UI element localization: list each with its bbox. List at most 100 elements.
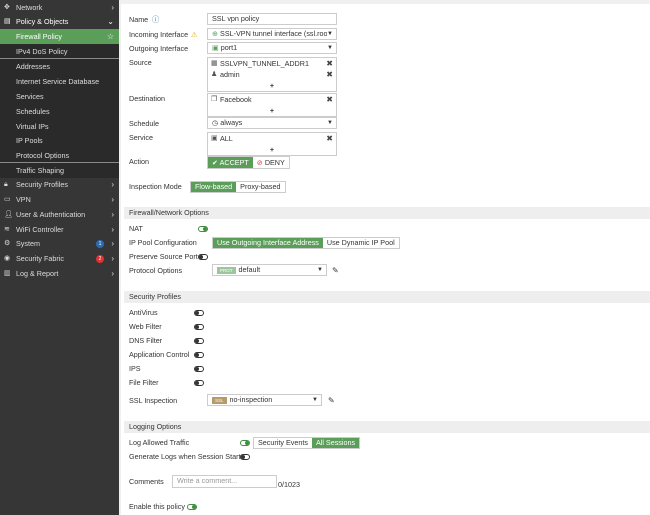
remove-icon[interactable]: ✖ [326, 69, 333, 80]
add-button[interactable]: + [208, 144, 336, 155]
sidebar-item-security-fabric[interactable]: ◉ Security Fabric 2 › [0, 251, 119, 266]
log-mode-toggle: Security Events All Sessions [253, 437, 361, 449]
service-icon: ▣ [211, 135, 218, 142]
incoming-interface-select[interactable]: ⊕ SSL-VPN tunnel interface (ssl.root) ▼ [207, 28, 337, 40]
section-header: Firewall/Network Options [124, 207, 650, 219]
sidebar-item-traffic-shaping[interactable]: Traffic Shaping [0, 163, 119, 178]
inspection-mode-label: Inspection Mode [129, 182, 182, 191]
sidebar-item-schedules[interactable]: Schedules [0, 104, 119, 119]
sidebar-item-network[interactable]: ✥ Network › [0, 0, 119, 15]
lock-icon: 🔒︎ [4, 181, 8, 188]
sidebar-item-log-report[interactable]: ▥ Log & Report › [0, 266, 119, 281]
wifi-icon: ≋ [4, 226, 10, 233]
destination-field[interactable]: ❐ Facebook ✖ + [207, 93, 337, 117]
ip-pool-label: IP Pool Configuration [129, 238, 197, 247]
log-allowed-traffic-toggle[interactable] [240, 440, 250, 446]
sidebar-item-services[interactable]: Services [0, 89, 119, 104]
name-input[interactable]: SSL vpn policy [207, 13, 337, 25]
edit-icon[interactable]: ✎ [332, 264, 339, 278]
dns-filter-label: DNS Filter [129, 336, 163, 345]
policy-form: Name ⓘ SSL vpn policy Incoming Interface ⚠ ⊕… [121, 4, 650, 515]
policy-icon: ▤ [4, 18, 11, 25]
chart-icon: ▥ [4, 270, 11, 277]
sidebar-item-wifi-controller[interactable]: ≋ WiFi Controller › [0, 222, 119, 237]
chevron-right-icon: › [111, 254, 114, 263]
add-button[interactable]: + [208, 105, 336, 116]
generate-logs-label: Generate Logs when Session Starts [129, 452, 245, 461]
dns-filter-toggle[interactable] [194, 338, 204, 344]
warning-icon: ⚠ [191, 30, 198, 39]
sidebar-item-virtual-ips[interactable]: Virtual IPs [0, 119, 119, 134]
add-button[interactable]: + [208, 80, 336, 91]
source-field[interactable]: ▦ SSLVPN_TUNNEL_ADDR1 ✖ ♟ admin ✖ + [207, 57, 337, 92]
ssl-tag: SSL [212, 396, 227, 404]
sidebar-item-ipv4-dos-policy[interactable]: IPv4 DoS Policy [0, 44, 119, 59]
outgoing-interface-select[interactable]: ▣ port1 ▼ [207, 42, 337, 54]
sidebar-item-addresses[interactable]: Addresses [0, 59, 119, 74]
schedule-label: Schedule [129, 119, 159, 128]
protocol-options-select[interactable]: PROT default ▼ [212, 264, 327, 276]
file-filter-toggle[interactable] [194, 380, 204, 386]
proxy-based-button[interactable]: Proxy-based [236, 182, 285, 192]
deny-icon: ⊘ [256, 158, 263, 167]
web-filter-toggle[interactable] [194, 324, 204, 330]
web-filter-label: Web Filter [129, 322, 162, 331]
sidebar-item-user-authentication[interactable]: 👤︎ User & Authentication › [0, 207, 119, 222]
application-control-toggle[interactable] [194, 352, 204, 358]
list-item: ❐ Facebook ✖ [211, 94, 333, 105]
notification-badge: 2 [96, 255, 104, 263]
ssl-inspection-select[interactable]: SSL no-inspection ▼ [207, 394, 322, 406]
sidebar-item-ip-pools[interactable]: IP Pools [0, 133, 119, 148]
all-sessions-button[interactable]: All Sessions [311, 438, 360, 448]
sidebar-item-vpn[interactable]: ▭ VPN › [0, 192, 119, 207]
log-allowed-traffic-label: Log Allowed Traffic [129, 438, 190, 447]
accept-button[interactable]: ✔ ACCEPT [208, 157, 253, 168]
user-icon: 👤︎ [4, 211, 13, 218]
sidebar-item-internet-service-database[interactable]: Internet Service Database [0, 74, 119, 89]
dropdown-arrow-icon: ▼ [327, 120, 333, 126]
deny-button[interactable]: ⊘ DENY [252, 157, 289, 168]
incoming-interface-label: Incoming Interface [129, 30, 189, 39]
chevron-right-icon: › [111, 269, 114, 278]
ssl-inspection-label: SSL Inspection [129, 396, 178, 405]
list-item: ▣ ALL ✖ [211, 133, 333, 144]
fabric-icon: ◉ [4, 255, 11, 262]
edit-icon[interactable]: ✎ [328, 394, 335, 408]
section-header: Logging Options [124, 421, 650, 433]
use-dynamic-ip-pool-button[interactable]: Use Dynamic IP Pool [322, 238, 399, 248]
comments-count: 0/1023 [278, 480, 300, 489]
outgoing-interface-label: Outgoing Interface [129, 44, 189, 53]
preserve-source-port-toggle[interactable] [198, 254, 208, 260]
destination-label: Destination [129, 94, 165, 103]
action-toggle: ✔ ACCEPT ⊘ DENY [207, 156, 290, 169]
flow-based-button[interactable]: Flow-based [191, 182, 237, 192]
comments-textarea[interactable]: Write a comment... [172, 475, 277, 488]
remove-icon[interactable]: ✖ [326, 94, 333, 105]
service-field[interactable]: ▣ ALL ✖ + [207, 132, 337, 156]
name-label: Name [129, 15, 149, 24]
sidebar-item-system[interactable]: ⚙ System 1 › [0, 236, 119, 251]
antivirus-toggle[interactable] [194, 310, 204, 316]
star-icon[interactable]: ☆ [107, 29, 114, 44]
enable-policy-toggle[interactable] [187, 504, 197, 510]
nat-toggle[interactable] [198, 226, 208, 232]
chevron-right-icon: › [111, 195, 114, 204]
chevron-right-icon: › [111, 239, 114, 248]
security-events-button[interactable]: Security Events [254, 438, 312, 448]
dropdown-arrow-icon: ▼ [327, 45, 333, 51]
use-outgoing-interface-button[interactable]: Use Outgoing Interface Address [213, 238, 323, 248]
ip-pool-toggle: Use Outgoing Interface Address Use Dynami… [212, 237, 400, 249]
sidebar-item-policy-objects[interactable]: ▤ Policy & Objects ⌄ [0, 14, 119, 29]
remove-icon[interactable]: ✖ [326, 133, 333, 144]
sidebar-item-firewall-policy[interactable]: Firewall Policy ☆ [0, 29, 119, 44]
internet-service-icon: ❐ [211, 96, 218, 103]
sidebar-item-security-profiles[interactable]: 🔒︎ Security Profiles › [0, 177, 119, 192]
ips-toggle[interactable] [194, 366, 204, 372]
schedule-select[interactable]: ◷ always ▼ [207, 117, 337, 129]
chevron-down-icon: ⌄ [107, 17, 114, 26]
generate-logs-toggle[interactable] [240, 454, 250, 460]
file-filter-label: File Filter [129, 378, 159, 387]
sidebar-item-protocol-options[interactable]: Protocol Options [0, 148, 119, 163]
dropdown-arrow-icon: ▼ [312, 397, 318, 403]
remove-icon[interactable]: ✖ [326, 58, 333, 69]
